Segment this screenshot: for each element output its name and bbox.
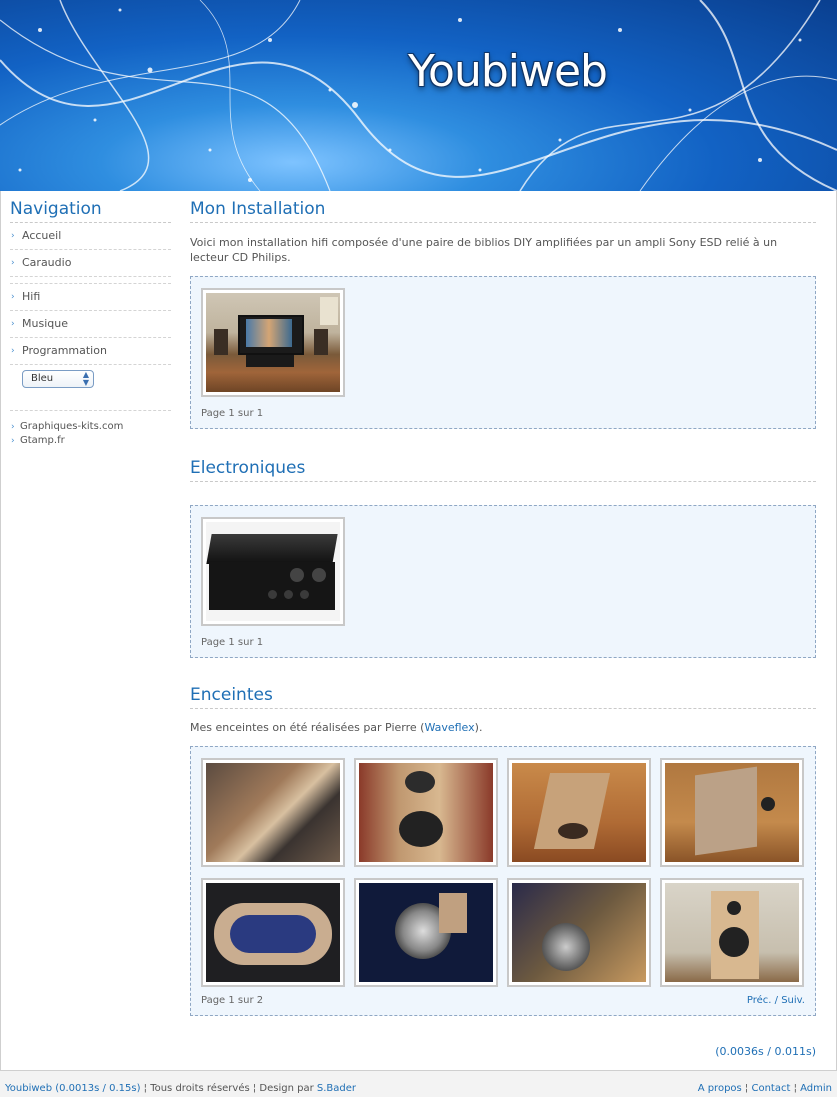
gallery-thumbnail[interactable]: [507, 878, 651, 987]
timing-sep: /: [763, 1045, 775, 1058]
link-graphiques-kits[interactable]: › Graphiques-kits.com: [10, 420, 171, 434]
gallery-enceintes: Page 1 sur 2 Préc. / Suiv.: [190, 746, 816, 1016]
nav-divider: [10, 277, 171, 284]
pagination: Préc. / Suiv.: [747, 995, 805, 1006]
footer-credits: Youbiweb (0.0013s / 0.15s) ¦ Tous droits…: [5, 1083, 356, 1094]
page-info: Page 1 sur 2: [201, 995, 264, 1006]
speaker-photo: [512, 763, 646, 862]
designer-link[interactable]: S.Bader: [317, 1083, 356, 1094]
footer-link-contact[interactable]: Contact: [751, 1083, 790, 1094]
nav-item-label: Programmation: [22, 344, 107, 357]
arrow-icon: ›: [11, 436, 15, 446]
footer-link-about[interactable]: A propos: [698, 1083, 742, 1094]
gallery-thumbnail[interactable]: [201, 288, 345, 397]
theme-select-value: Bleu: [31, 373, 54, 384]
section-intro: Mes enceintes on été réalisées par Pierr…: [190, 720, 816, 735]
nav-item-musique[interactable]: › Musique: [10, 311, 171, 338]
prev-page-link[interactable]: Préc.: [747, 995, 772, 1006]
timing-value-2: 0.011s: [774, 1045, 812, 1058]
sidebar-title: Navigation: [10, 199, 171, 223]
gallery-thumbnail[interactable]: [660, 878, 804, 987]
theme-select[interactable]: Bleu ▲ ▼: [22, 370, 94, 388]
link-label: Graphiques-kits.com: [20, 421, 124, 432]
speaker-photo: [206, 763, 340, 862]
nav-item-hifi[interactable]: › Hifi: [10, 284, 171, 311]
page-info: Page 1 sur 1: [201, 408, 264, 419]
nav-item-label: Hifi: [22, 290, 41, 303]
pager-separator: /: [774, 995, 779, 1006]
amplifier-photo: [206, 522, 340, 621]
site-header: Youbiweb: [0, 0, 837, 191]
footer-rights: ¦ Tous droits réservés ¦ Design par: [140, 1083, 317, 1094]
arrow-icon: ›: [11, 231, 15, 241]
speaker-photo: [665, 883, 799, 982]
gallery-thumbnail[interactable]: [507, 758, 651, 867]
gallery-thumbnail[interactable]: [354, 758, 498, 867]
arrow-icon: ›: [11, 422, 15, 432]
gallery-thumbnail[interactable]: [201, 517, 345, 626]
link-gtamp[interactable]: › Gtamp.fr: [10, 434, 171, 448]
render-timing: (0.0036s / 0.011s): [715, 1045, 816, 1058]
speaker-photo: [359, 883, 493, 982]
footer-site-link[interactable]: Youbiweb: [5, 1083, 52, 1094]
select-arrows-icon: ▲ ▼: [82, 370, 89, 387]
nav-item-caraudio[interactable]: › Caraudio: [10, 250, 171, 277]
next-page-link[interactable]: Suiv.: [781, 995, 805, 1006]
installation-photo: [206, 293, 340, 392]
section-title: Enceintes: [190, 685, 816, 709]
main-content: Mon Installation Voici mon installation …: [190, 199, 816, 1016]
footer-time-1: 0.0013s: [59, 1083, 100, 1094]
footer-link-sep: ¦: [790, 1083, 801, 1094]
section-title: Mon Installation: [190, 199, 816, 223]
gallery-installation: Page 1 sur 1: [190, 276, 816, 429]
footer-time-2: 0.15s: [109, 1083, 137, 1094]
speaker-photo: [512, 883, 646, 982]
gallery-thumbnail[interactable]: [201, 758, 345, 867]
gallery-thumbnail[interactable]: [354, 878, 498, 987]
waveflex-link[interactable]: Waveflex: [424, 721, 474, 734]
intro-text-end: ).: [474, 721, 483, 734]
speaker-photo: [665, 763, 799, 862]
section-title: Electroniques: [190, 458, 816, 482]
footer-time-sep: /: [99, 1083, 110, 1094]
site-title[interactable]: Youbiweb: [408, 46, 608, 97]
site-footer: Youbiweb (0.0013s / 0.15s) ¦ Tous droits…: [0, 1071, 837, 1097]
speaker-photo: [359, 763, 493, 862]
speaker-photo: [206, 883, 340, 982]
intro-text: Mes enceintes on été réalisées par Pierr…: [190, 721, 425, 734]
footer-links: A propos ¦ Contact ¦ Admin: [698, 1083, 832, 1094]
nav-item-label: Musique: [22, 317, 68, 330]
sidebar: Navigation › Accueil › Caraudio › Hifi ›…: [10, 199, 171, 448]
gallery-electroniques: Page 1 sur 1: [190, 505, 816, 658]
gallery-thumbnail[interactable]: [660, 758, 804, 867]
nav-item-label: Caraudio: [22, 256, 72, 269]
nav-item-programmation[interactable]: › Programmation: [10, 338, 171, 365]
arrow-icon: ›: [11, 292, 15, 302]
link-label: Gtamp.fr: [20, 435, 65, 446]
timing-value-1: 0.0036s: [719, 1045, 764, 1058]
arrow-icon: ›: [11, 319, 15, 329]
section-intro: Voici mon installation hifi composée d'u…: [190, 236, 778, 264]
timing-close: ): [811, 1045, 816, 1058]
footer-link-admin[interactable]: Admin: [800, 1083, 832, 1094]
arrow-icon: ›: [11, 258, 15, 268]
nav-item-accueil[interactable]: › Accueil: [10, 223, 171, 250]
nav-item-label: Accueil: [22, 229, 62, 242]
page-info: Page 1 sur 1: [201, 637, 264, 648]
gallery-thumbnail[interactable]: [201, 878, 345, 987]
arrow-icon: ›: [11, 346, 15, 356]
